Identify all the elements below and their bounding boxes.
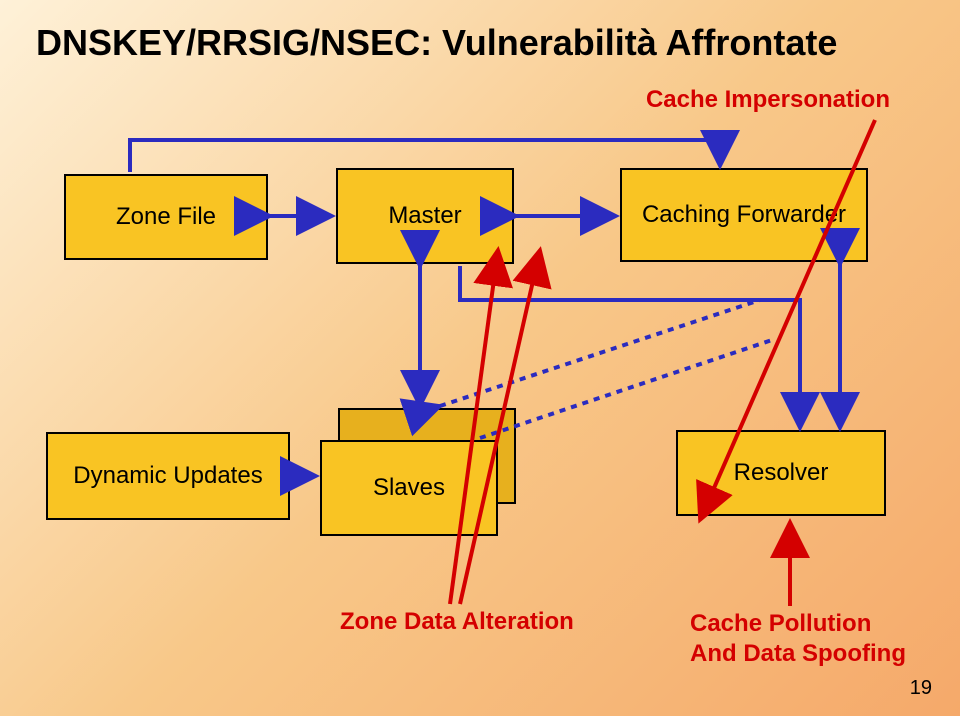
page-title: DNSKEY/RRSIG/NSEC: Vulnerabilità Affront… [36,22,837,64]
label-cache-pollution: Cache Pollution [690,610,871,638]
box-zone-file: Zone File [64,174,268,260]
box-caching-forwarder: Caching Forwarder [620,168,868,262]
label-zone-data-alteration: Zone Data Alteration [340,608,574,636]
label-data-spoofing: And Data Spoofing [690,640,906,668]
page-number: 19 [910,677,932,700]
box-resolver: Resolver [676,430,886,516]
box-slaves: Slaves [320,440,498,536]
label-cache-impersonation: Cache Impersonation [646,86,890,114]
box-dynamic-updates: Dynamic Updates [46,432,290,520]
box-master: Master [336,168,514,264]
